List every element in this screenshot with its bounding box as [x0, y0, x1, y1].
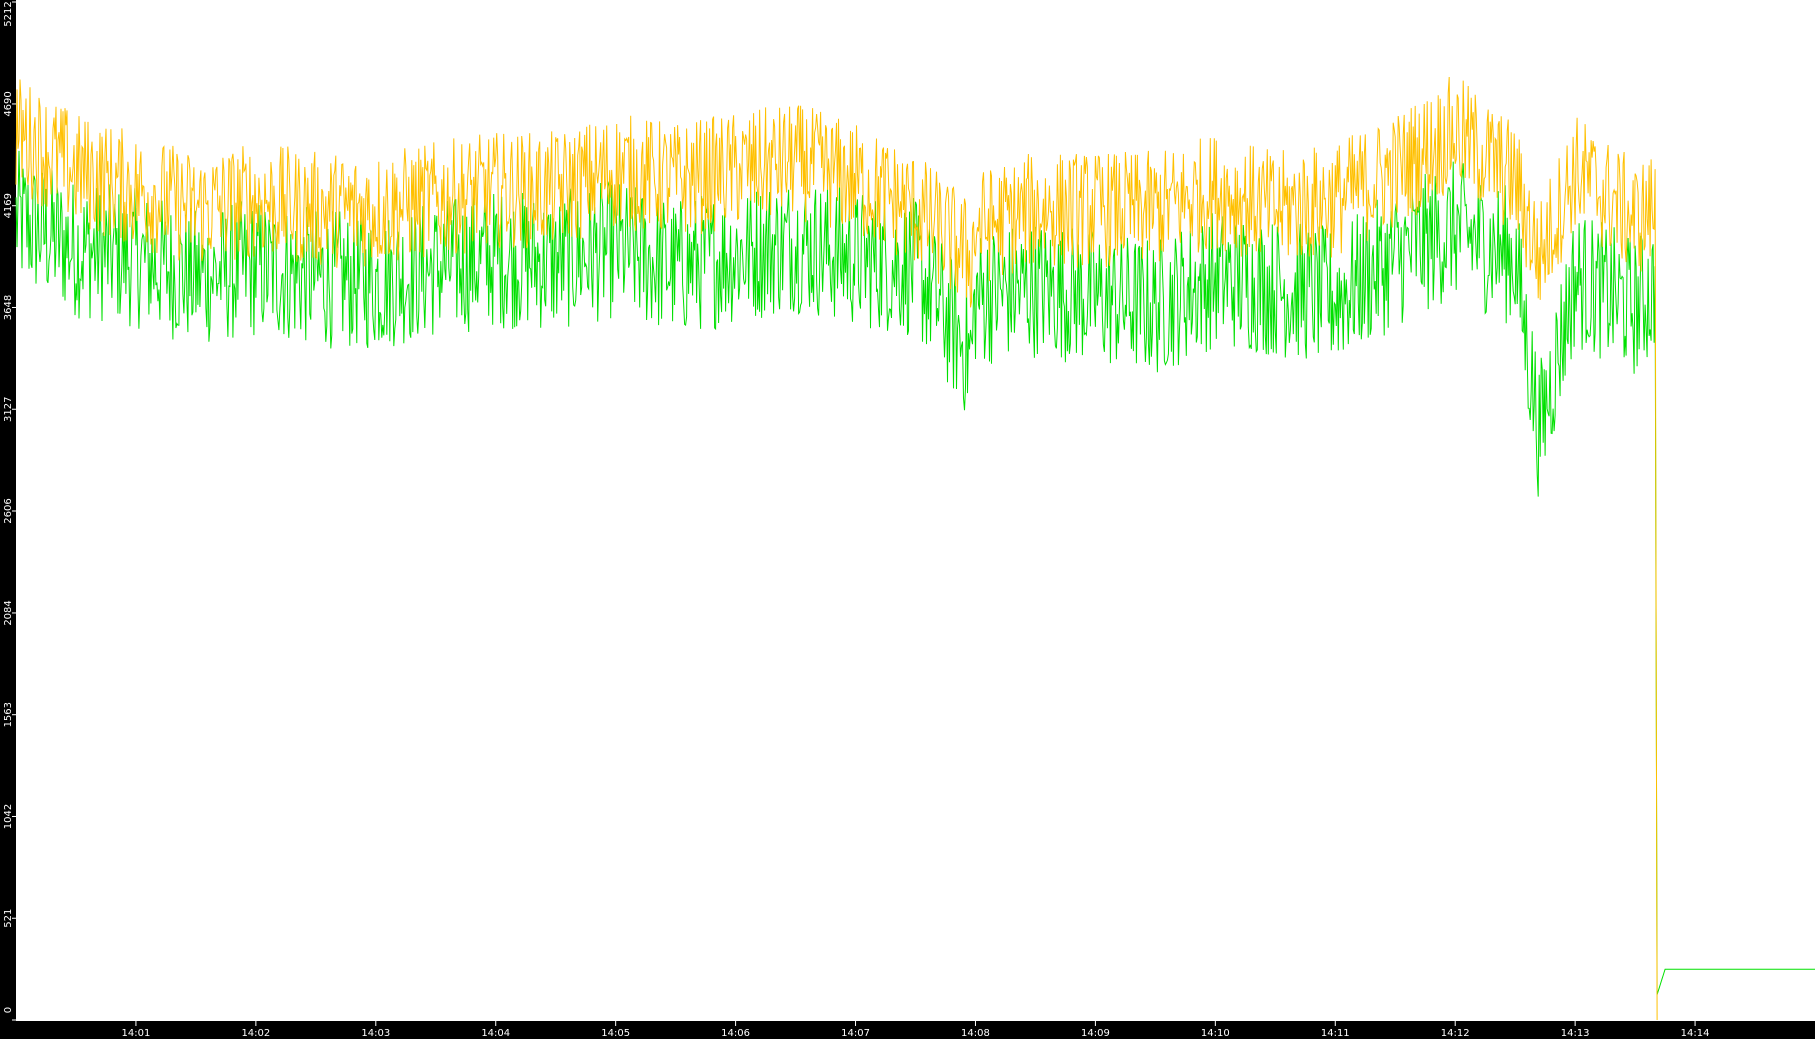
y-tick-label: 4690 [3, 91, 14, 116]
plot-background [0, 0, 1815, 1039]
x-axis-band [0, 1021, 1815, 1039]
x-tick-label: 14:08 [961, 1028, 990, 1039]
line-chart: 0 521 1042 1563 2084 2606 3127 3648 4169 4690 5212… [0, 0, 1815, 1039]
y-tick-label: 2084 [3, 600, 14, 625]
y-tick-label: 2606 [3, 498, 14, 523]
x-tick-label: 14:14 [1681, 1028, 1710, 1039]
y-tick-label: 0 [3, 1007, 14, 1013]
x-tick-label: 14:03 [361, 1028, 390, 1039]
chart-area: 0 521 1042 1563 2084 2606 3127 3648 4169 4690 5212… [0, 0, 1815, 1039]
x-tick-label: 14:07 [841, 1028, 870, 1039]
y-tick-label: 521 [3, 909, 14, 928]
y-tick-label: 4169 [3, 193, 14, 218]
x-tick-label: 14:05 [601, 1028, 630, 1039]
x-tick-label: 14:10 [1201, 1028, 1230, 1039]
x-tick-label: 14:13 [1561, 1028, 1590, 1039]
y-tick-label: 5212 [3, 1, 14, 26]
x-tick-label: 14:04 [481, 1028, 510, 1039]
y-tick-label: 1042 [3, 804, 14, 829]
x-tick-label: 14:12 [1441, 1028, 1470, 1039]
x-tick-label: 14:09 [1081, 1028, 1110, 1039]
y-tick-label: 3648 [3, 295, 14, 320]
x-tick-label: 14:01 [122, 1028, 151, 1039]
x-tick-label: 14:06 [721, 1028, 750, 1039]
y-tick-label: 1563 [3, 702, 14, 727]
x-tick-label: 14:11 [1321, 1028, 1350, 1039]
y-tick-label: 3127 [3, 397, 14, 422]
x-tick-label: 14:02 [241, 1028, 270, 1039]
